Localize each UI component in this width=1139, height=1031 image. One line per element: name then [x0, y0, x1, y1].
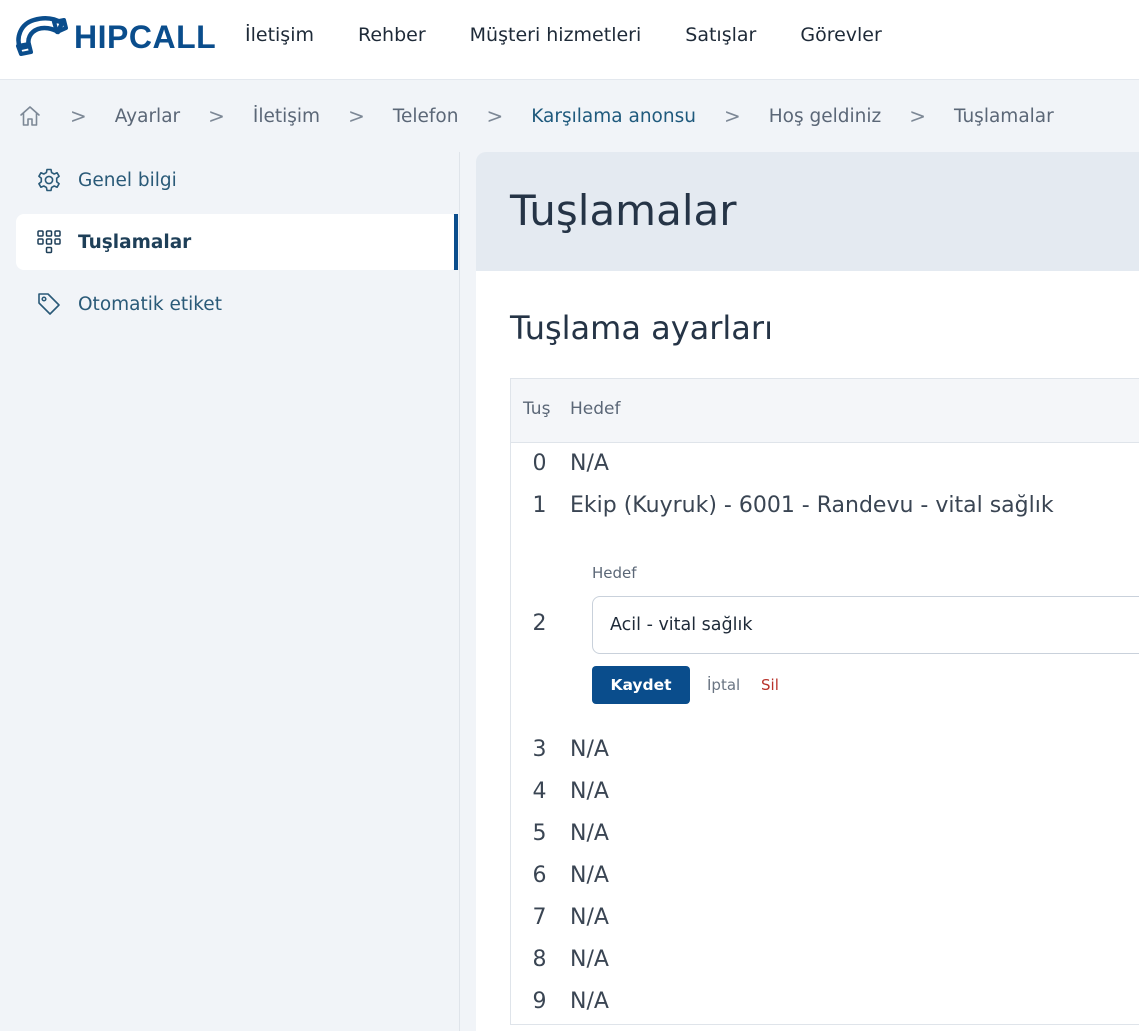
table-row[interactable]: 7 N/A [511, 897, 1139, 939]
row-target: N/A [570, 989, 609, 1014]
sidebar-item-otomatik-etiket[interactable]: Otomatik etiket [16, 276, 458, 332]
target-input[interactable] [592, 596, 1139, 654]
settings-sidebar: Genel bilgi Tuşlamalar Otomatik etiket [0, 152, 460, 1031]
row-key: 2 [532, 611, 547, 636]
breadcrumb-hos-geldiniz[interactable]: Hoş geldiniz [769, 106, 881, 127]
row-key: 7 [532, 905, 547, 930]
row-target: N/A [570, 821, 609, 846]
sidebar-item-label: Tuşlamalar [78, 231, 192, 253]
table-header: Tuş Hedef [511, 379, 1139, 443]
target-field-label: Hedef [592, 564, 637, 582]
breadcrumb-karsilama-anonsu[interactable]: Karşılama anonsu [531, 106, 696, 127]
row-target: N/A [570, 905, 609, 930]
nav-item-iletisim[interactable]: İletişim [245, 24, 314, 46]
gear-icon [36, 167, 62, 193]
sidebar-item-label: Genel bilgi [78, 169, 177, 191]
row-key: 3 [532, 737, 547, 762]
breadcrumb-telefon[interactable]: Telefon [393, 106, 459, 127]
nav-item-satislar[interactable]: Satışlar [685, 24, 756, 46]
table-row[interactable]: 1 Ekip (Kuyruk) - 6001 - Randevu - vital… [511, 485, 1139, 527]
phone-handset-icon [14, 14, 68, 60]
row-key: 0 [532, 451, 547, 476]
row-key: 9 [532, 989, 547, 1014]
column-header-key: Tuş [523, 399, 551, 419]
sidebar-item-tuslamalar[interactable]: Tuşlamalar [16, 214, 458, 270]
table-row[interactable]: 3 N/A [511, 729, 1139, 771]
table-row[interactable]: 4 N/A [511, 771, 1139, 813]
keypad-icon [36, 229, 62, 255]
page-body: Tuşlama ayarları Tuş Hedef 0 N/A 1 Ekip … [476, 271, 1139, 1031]
nav-item-musteri-hizmetleri[interactable]: Müşteri hizmetleri [470, 24, 642, 46]
row-target: N/A [570, 779, 609, 804]
row-key: 6 [532, 863, 547, 888]
row-target: N/A [570, 947, 609, 972]
save-button[interactable]: Kaydet [592, 666, 690, 704]
page-title: Tuşlamalar [510, 186, 737, 235]
nav-item-rehber[interactable]: Rehber [358, 24, 426, 46]
brand-name: HIPCALL [74, 18, 217, 55]
table-row-editing: 2 Hedef Kaydet İptal Sil [511, 546, 1139, 704]
main-nav: İletişim Rehber Müşteri hizmetleri Satış… [245, 0, 926, 70]
brand-logo[interactable]: HIPCALL [14, 14, 216, 60]
row-target: N/A [570, 863, 609, 888]
row-target: Ekip (Kuyruk) - 6001 - Randevu - vital s… [570, 493, 1054, 518]
row-key: 4 [532, 779, 547, 804]
table-row[interactable]: 0 N/A [511, 443, 1139, 485]
table-row[interactable]: 5 N/A [511, 813, 1139, 855]
breadcrumb-separator: > [486, 104, 504, 128]
breadcrumb-separator: > [348, 104, 365, 128]
breadcrumb-tuslamalar: Tuşlamalar [953, 105, 1054, 127]
breadcrumb: > Ayarlar > İletişim > Telefon > Karşıla… [0, 80, 1139, 152]
table-row[interactable]: 6 N/A [511, 855, 1139, 897]
table-row[interactable]: 9 N/A [511, 981, 1139, 1023]
breadcrumb-separator: > [208, 104, 225, 128]
breadcrumb-ayarlar[interactable]: Ayarlar [115, 106, 180, 127]
main-panel: Tuşlamalar Tuşlama ayarları Tuş Hedef 0 … [476, 152, 1139, 1031]
row-target: N/A [570, 737, 609, 762]
delete-link[interactable]: Sil [761, 676, 779, 694]
row-key: 5 [532, 821, 547, 846]
keypress-table: Tuş Hedef 0 N/A 1 Ekip (Kuyruk) - 6001 -… [510, 378, 1139, 1025]
breadcrumb-separator: > [909, 104, 926, 128]
home-icon[interactable] [18, 104, 42, 128]
row-key: 8 [532, 947, 547, 972]
tag-icon [36, 291, 62, 317]
breadcrumb-iletisim[interactable]: İletişim [253, 106, 320, 127]
nav-item-gorevler[interactable]: Görevler [800, 24, 881, 46]
cancel-link[interactable]: İptal [707, 676, 740, 694]
top-navigation-bar: HIPCALL İletişim Rehber Müşteri hizmetle… [0, 0, 1139, 80]
sidebar-item-genel-bilgi[interactable]: Genel bilgi [16, 152, 458, 208]
table-row[interactable]: 8 N/A [511, 939, 1139, 981]
sidebar-item-label: Otomatik etiket [78, 293, 222, 315]
page-header: Tuşlamalar [476, 152, 1139, 271]
section-title: Tuşlama ayarları [510, 309, 773, 347]
breadcrumb-separator: > [723, 104, 741, 128]
breadcrumb-separator: > [70, 104, 87, 128]
column-header-target: Hedef [570, 399, 621, 419]
row-key: 1 [532, 493, 547, 518]
row-target: N/A [570, 451, 609, 476]
